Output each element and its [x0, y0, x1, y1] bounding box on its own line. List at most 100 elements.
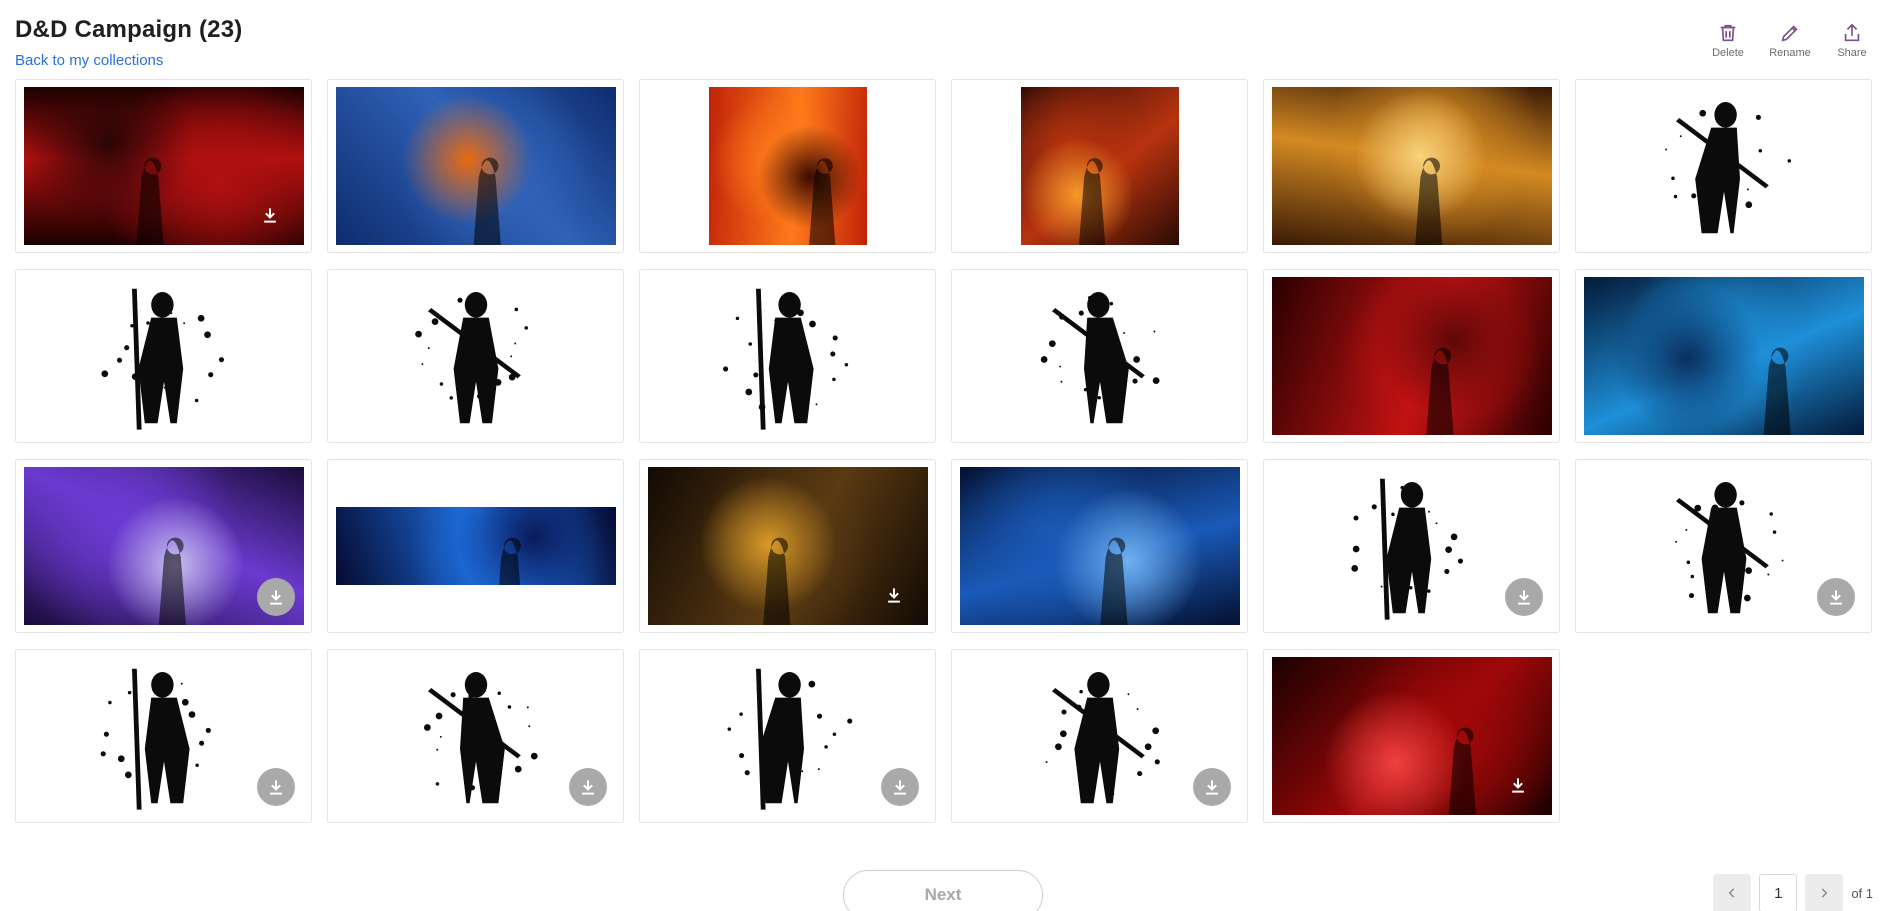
silhouette-figure [727, 668, 852, 810]
image-card[interactable] [327, 79, 624, 253]
silhouette-thumbnail [708, 274, 868, 438]
chevron-left-icon [1728, 888, 1735, 898]
collection-name: D&D Campaign [15, 16, 193, 43]
silhouette-thumbnail [1644, 84, 1804, 248]
image-card[interactable] [951, 459, 1248, 633]
image-card[interactable] [639, 649, 936, 823]
delete-label: Delete [1712, 47, 1744, 59]
prev-page-button[interactable] [1713, 874, 1752, 911]
rename-button[interactable]: Rename [1769, 22, 1811, 59]
silhouette-figure [1674, 482, 1784, 614]
image-card[interactable] [15, 79, 312, 253]
image-card[interactable] [327, 459, 624, 633]
artwork-figure [808, 158, 835, 245]
download-button[interactable] [1499, 766, 1537, 804]
artwork-thumbnail [959, 467, 1240, 625]
artwork-thumbnail [1020, 87, 1179, 245]
silhouette-figure [1350, 478, 1463, 620]
artwork-figure [473, 157, 501, 245]
image-grid [15, 79, 1872, 823]
image-card[interactable] [327, 649, 624, 823]
silhouette-figure [722, 288, 848, 430]
download-icon [264, 208, 276, 223]
image-card[interactable] [639, 269, 936, 443]
download-button[interactable] [569, 768, 607, 806]
download-button[interactable] [251, 196, 289, 234]
image-card[interactable] [1263, 79, 1560, 253]
download-icon [582, 780, 594, 795]
image-card[interactable] [1263, 269, 1560, 443]
delete-button[interactable]: Delete [1711, 22, 1745, 59]
collection-toolbar: Delete Rename Share [1711, 22, 1869, 59]
silhouette-thumbnail [84, 274, 244, 438]
silhouette-thumbnail [1020, 274, 1180, 438]
download-button[interactable] [257, 768, 295, 806]
image-card[interactable] [639, 79, 936, 253]
back-to-collections-link[interactable]: Back to my collections [15, 52, 163, 69]
image-card[interactable] [15, 269, 312, 443]
artwork-thumbnail [708, 87, 867, 245]
silhouette-thumbnail [1332, 464, 1492, 628]
silhouette-figure [100, 288, 224, 430]
next-button[interactable]: Next [843, 870, 1043, 911]
download-button[interactable] [875, 576, 913, 614]
share-button[interactable]: Share [1835, 22, 1869, 59]
silhouette-figure [1664, 102, 1791, 234]
image-card[interactable] [327, 269, 624, 443]
image-card[interactable] [1575, 79, 1872, 253]
download-icon [894, 780, 906, 795]
image-card[interactable] [1263, 649, 1560, 823]
artwork-figure [1425, 347, 1454, 435]
artwork-figure [498, 537, 521, 585]
silhouette-figure [414, 292, 528, 424]
silhouette-thumbnail [396, 654, 556, 818]
download-icon [888, 588, 900, 603]
download-icon [1518, 590, 1530, 605]
share-label: Share [1837, 47, 1867, 59]
silhouette-thumbnail [1644, 464, 1804, 628]
download-icon [270, 780, 282, 795]
download-button[interactable] [1817, 578, 1855, 616]
artwork-thumbnail [335, 507, 616, 585]
image-card[interactable] [15, 649, 312, 823]
image-card[interactable] [951, 269, 1248, 443]
image-card[interactable] [951, 79, 1248, 253]
silhouette-thumbnail [84, 654, 244, 818]
artwork-thumbnail [1271, 277, 1552, 435]
collection-header: D&D Campaign (23) Back to my collections [15, 16, 242, 70]
image-card[interactable] [15, 459, 312, 633]
share-icon [1844, 23, 1860, 42]
download-button[interactable] [881, 768, 919, 806]
page-title: D&D Campaign (23) [15, 16, 242, 44]
download-icon [1512, 778, 1524, 793]
rename-label: Rename [1769, 47, 1811, 59]
silhouette-thumbnail [396, 274, 556, 438]
download-icon [1830, 590, 1842, 605]
image-card[interactable] [1575, 459, 1872, 633]
silhouette-figure [1045, 672, 1160, 804]
page-total-label: of 1 [1851, 885, 1873, 901]
artwork-thumbnail [335, 87, 616, 245]
trash-icon [1720, 24, 1736, 42]
download-button[interactable] [1505, 578, 1543, 616]
next-page-arrow-button[interactable] [1805, 874, 1844, 911]
pagination: of 1 [1713, 874, 1873, 911]
image-card[interactable] [1575, 269, 1872, 443]
image-card[interactable] [639, 459, 936, 633]
download-button[interactable] [1193, 768, 1231, 806]
collection-count: (23) [198, 16, 243, 43]
silhouette-thumbnail [1020, 654, 1180, 818]
chevron-right-icon [1822, 888, 1828, 898]
silhouette-figure [100, 668, 211, 810]
silhouette-thumbnail [708, 654, 868, 818]
page-number-input[interactable] [1759, 874, 1798, 911]
image-card[interactable] [951, 649, 1248, 823]
silhouette-figure [1040, 292, 1160, 424]
artwork-figure [1763, 347, 1791, 435]
download-icon [1206, 780, 1218, 795]
download-button[interactable] [257, 578, 295, 616]
image-card[interactable] [1263, 459, 1560, 633]
artwork-thumbnail [1583, 277, 1864, 435]
pencil-icon [1781, 25, 1798, 42]
artwork-figure [1414, 157, 1442, 245]
